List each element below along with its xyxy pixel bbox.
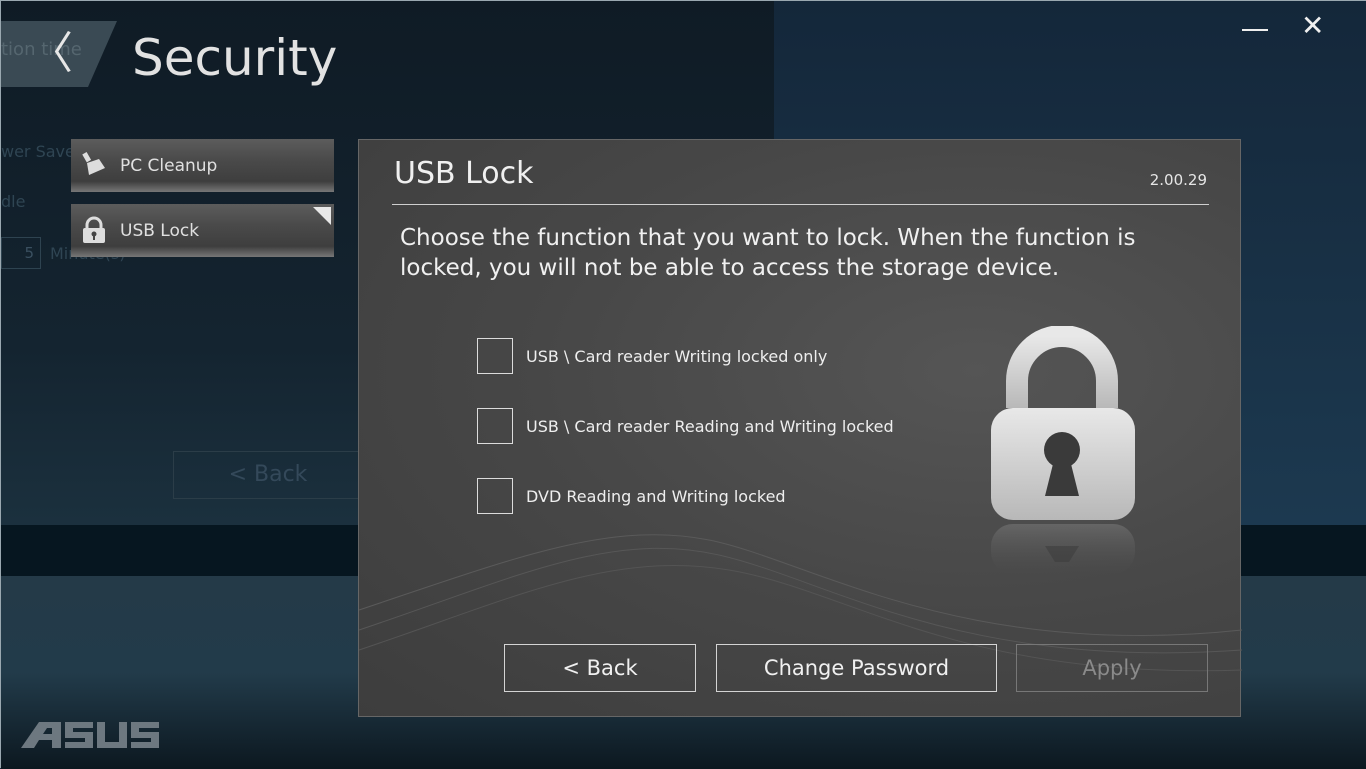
lock-icon — [81, 216, 107, 244]
minutes-input: 5 — [1, 237, 41, 269]
description: Choose the function that you want to loc… — [400, 225, 1136, 281]
sidebar-item-label: PC Cleanup — [120, 156, 218, 176]
panel-title: USB Lock — [394, 156, 534, 191]
usb-lock-panel: USB Lock 2.00.29 Choose the function tha… — [358, 139, 1242, 717]
option-dvd-lock[interactable]: DVD Reading and Writing locked — [477, 478, 786, 514]
idle-label: dle — [1, 192, 26, 211]
option-usb-write-lock[interactable]: USB \ Card reader Writing locked only — [477, 338, 827, 374]
apply-button[interactable]: Apply — [1016, 644, 1208, 692]
page-title: Security — [132, 29, 338, 87]
option-label: DVD Reading and Writing locked — [526, 486, 786, 506]
background-back-button: < Back — [173, 451, 363, 499]
broom-icon — [81, 151, 107, 179]
close-icon[interactable]: ✕ — [1301, 9, 1324, 42]
checkbox[interactable] — [477, 338, 513, 374]
large-lock-icon — [991, 326, 1135, 574]
power-saver-label: wer Saver — [1, 142, 82, 161]
option-label: USB \ Card reader Reading and Writing lo… — [526, 416, 894, 436]
chevron-left-icon: 〈 — [29, 28, 73, 79]
sidebar-item-label: USB Lock — [120, 221, 200, 241]
change-password-button[interactable]: Change Password — [716, 644, 997, 692]
option-label: USB \ Card reader Writing locked only — [526, 346, 828, 366]
sidebar-item-usb-lock[interactable]: USB Lock — [71, 204, 334, 257]
sidebar-item-pc-cleanup[interactable]: PC Cleanup — [71, 139, 334, 192]
checkbox[interactable] — [477, 478, 513, 514]
back-button[interactable]: < Back — [504, 644, 696, 692]
asus-logo — [21, 722, 159, 748]
minimize-icon[interactable] — [1242, 11, 1268, 31]
option-usb-read-write-lock[interactable]: USB \ Card reader Reading and Writing lo… — [477, 408, 894, 444]
selected-indicator — [313, 207, 331, 225]
version-label: 2.00.29 — [1149, 171, 1207, 189]
checkbox[interactable] — [477, 408, 513, 444]
divider — [392, 204, 1209, 205]
